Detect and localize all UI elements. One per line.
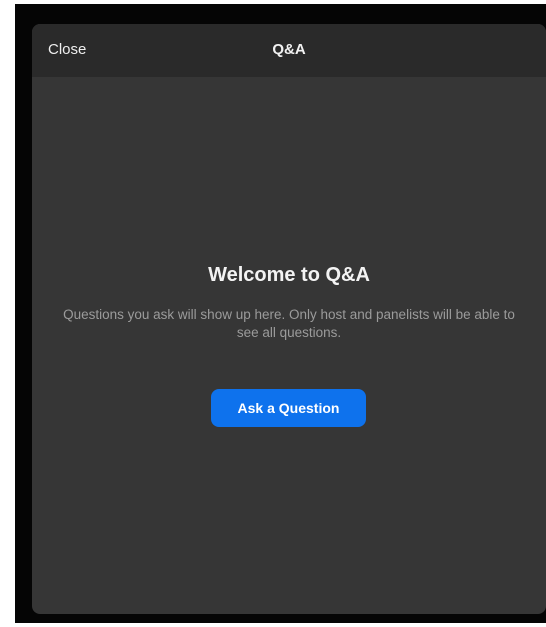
qa-dialog: Close Q&A Welcome to Q&A Questions you a… xyxy=(32,24,546,614)
welcome-heading: Welcome to Q&A xyxy=(208,264,370,286)
window-frame: Close Q&A Welcome to Q&A Questions you a… xyxy=(15,4,546,623)
dialog-title: Q&A xyxy=(272,41,306,58)
ask-question-button[interactable]: Ask a Question xyxy=(211,389,366,427)
welcome-description: Questions you ask will show up here. Onl… xyxy=(63,307,515,340)
dialog-header: Close Q&A xyxy=(32,24,546,77)
